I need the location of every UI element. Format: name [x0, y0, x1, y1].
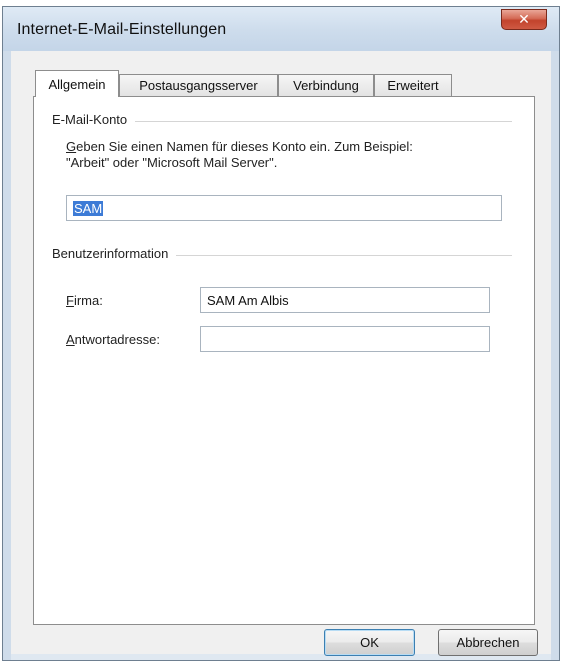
- label-text: irma:: [73, 293, 103, 308]
- description-text: eben Sie einen Namen für dieses Konto ei…: [76, 139, 413, 154]
- window-frame-right: [551, 51, 559, 660]
- access-key: A: [66, 332, 75, 347]
- account-name-value: SAM: [73, 201, 104, 216]
- group-label-email-account: E-Mail-Konto: [52, 112, 136, 127]
- access-key: G: [66, 139, 77, 154]
- tab-label: Verbindung: [293, 78, 359, 93]
- tab-verbindung[interactable]: Verbindung: [278, 74, 374, 96]
- tab-panel-allgemein: E-Mail-Konto Geben Sie einen Namen für d…: [33, 96, 535, 625]
- close-icon: ✕: [518, 11, 530, 28]
- account-name-input[interactable]: SAM: [66, 195, 502, 221]
- tab-label: Postausgangsserver: [139, 78, 258, 93]
- company-label: Firma:: [66, 293, 103, 308]
- tab-allgemein[interactable]: Allgemein: [35, 70, 119, 97]
- company-value: SAM Am Albis: [207, 293, 289, 308]
- label-text: ntwortadresse:: [74, 332, 160, 347]
- cancel-button[interactable]: Abbrechen: [438, 629, 538, 656]
- dialog-window: Internet-E-Mail-Einstellungen ✕ Allgemei…: [2, 6, 560, 661]
- ok-label: OK: [360, 635, 379, 650]
- account-description: Geben Sie einen Namen für dieses Konto e…: [66, 139, 413, 171]
- description-example: "Arbeit" oder "Microsoft Mail Server".: [66, 155, 278, 170]
- ok-button[interactable]: OK: [324, 629, 415, 656]
- tab-label: Allgemein: [48, 76, 106, 92]
- window-title: Internet-E-Mail-Einstellungen: [17, 21, 227, 38]
- title-bar[interactable]: Internet-E-Mail-Einstellungen ✕: [3, 7, 559, 51]
- company-input[interactable]: SAM Am Albis: [200, 287, 490, 313]
- tab-postausgangsserver[interactable]: Postausgangsserver: [119, 74, 278, 96]
- window-frame-left: [3, 51, 11, 660]
- dialog-client-area: Allgemein Postausgangsserver Verbindung …: [11, 51, 551, 656]
- reply-address-input[interactable]: [200, 326, 490, 352]
- close-button[interactable]: ✕: [501, 9, 547, 30]
- tab-erweitert[interactable]: Erweitert: [374, 74, 452, 96]
- cancel-label: Abbrechen: [456, 635, 520, 650]
- reply-address-label: Antwortadresse:: [66, 332, 160, 347]
- tab-label: Erweitert: [387, 78, 439, 93]
- access-key: F: [66, 293, 74, 308]
- group-label-user-info: Benutzerinformation: [52, 246, 177, 261]
